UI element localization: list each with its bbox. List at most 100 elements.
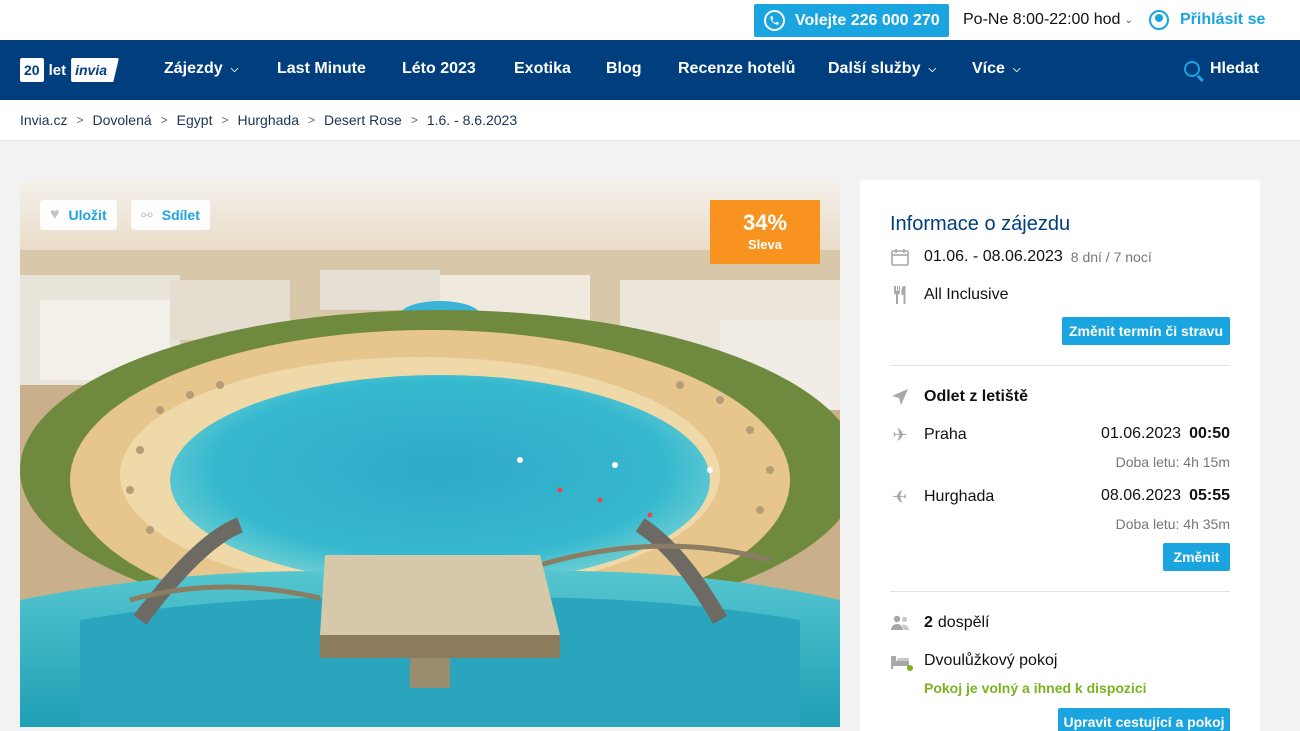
nav-item-label: Blog [606,60,642,77]
breadcrumb-item[interactable]: Invia.cz [20,112,67,128]
divider [890,365,1230,366]
chevron-right-icon: > [307,113,315,127]
edit-travellers-button[interactable]: Upravit cestující a pokoj [1058,708,1230,731]
outbound-flight: ✈ Praha [890,424,967,445]
opening-hours[interactable]: Po-Ne 8:00-22:00 hod ⌄ [963,11,1133,29]
nav-item-label: Recenze hotelů [678,60,796,77]
outbound-datetime: 01.06.2023 00:50 [1101,425,1230,443]
outbound-city: Praha [924,426,967,443]
travellers-label: dospělí [937,614,990,631]
save-button[interactable]: ♥ Uložit [40,200,117,230]
top-utility-bar: Volejte 226 000 270 Po-Ne 8:00-22:00 hod… [0,0,1300,40]
room-type-text: Dvoulůžkový pokoj [924,652,1058,669]
breadcrumb-item[interactable]: Desert Rose [324,112,402,128]
outbound-date: 01.06.2023 [1101,425,1182,442]
cutlery-icon [890,285,910,305]
chevron-down-icon: ⌵ [928,63,937,75]
plane-takeoff-icon: ✈ [892,424,908,445]
change-flight-button[interactable]: Změnit [1163,543,1230,571]
heart-icon: ♥ [50,206,60,223]
bed-icon [890,651,913,671]
breadcrumb-item[interactable]: Egypt [177,112,213,128]
invia-logo[interactable]: 20 let invia [20,57,119,83]
inbound-datetime: 08.06.2023 05:55 [1101,487,1230,505]
departure-heading-text: Odlet z letiště [924,388,1029,405]
send-arrow-icon [890,387,910,407]
breadcrumb: Invia.cz > Dovolená > Egypt > Hurghada >… [20,112,517,128]
divider [890,591,1230,592]
chevron-down-icon: ⌵ [1012,63,1021,75]
nav-item-last-minute[interactable]: Last Minute [277,60,366,78]
trip-info-title: Informace o zájezdu [890,213,1071,235]
hotel-photo[interactable]: ♥ Uložit ⚯ Sdílet 34% Sleva [20,180,840,727]
travellers: 2 dospělí [890,613,990,633]
chevron-right-icon: > [76,113,84,127]
chevron-right-icon: > [410,113,418,127]
trip-dates-text: 01.06. - 08.06.2023 [924,248,1063,265]
search-button[interactable]: Hledat [1184,60,1259,78]
discount-label: Sleva [748,237,782,252]
nav-item-label: Další služby [828,60,921,77]
breadcrumb-bar: Invia.cz > Dovolená > Egypt > Hurghada >… [0,100,1300,141]
logo-part-number: 20 [20,58,44,82]
nav-item-blog[interactable]: Blog [606,60,642,78]
trip-info-panel: Informace o zájezdu 01.06. - 08.06.2023 … [860,180,1260,731]
breadcrumb-item[interactable]: Hurghada [237,112,299,128]
opening-hours-text: Po-Ne 8:00-22:00 hod [963,11,1121,28]
board-type: All Inclusive [890,285,1008,305]
logo-part-brand: invia [71,58,119,82]
nav-item-vice[interactable]: Více ⌵ [972,60,1021,78]
discount-badge: 34% Sleva [710,200,820,264]
board-type-text: All Inclusive [924,286,1009,303]
login-link[interactable]: Přihlásit se [1149,10,1265,30]
room-type: Dvoulůžkový pokoj [890,651,1057,671]
chevron-down-icon: ⌄ [1124,14,1133,26]
share-label: Sdílet [161,207,200,223]
travellers-count: 2 [924,614,933,631]
inbound-date: 08.06.2023 [1101,487,1182,504]
trip-duration: 8 dní / 7 nocí [1070,249,1152,265]
departure-heading: Odlet z letiště [890,387,1028,407]
inbound-time: 05:55 [1189,487,1230,504]
inbound-flight-time: Doba letu: 4h 35m [1115,516,1230,532]
discount-percent: 34% [742,210,788,235]
chevron-right-icon: > [160,113,168,127]
nav-item-label: Více [972,60,1005,77]
nav-item-dalsi-sluzby[interactable]: Další služby ⌵ [828,60,936,78]
share-button[interactable]: ⚯ Sdílet [131,200,210,230]
user-icon [1149,10,1169,30]
outbound-flight-time: Doba letu: 4h 15m [1115,454,1230,470]
nav-item-label: Zájezdy [164,60,223,77]
call-button-label: Volejte 226 000 270 [795,11,940,29]
chevron-right-icon: > [221,113,229,127]
inbound-flight: ✈ Hurghada [890,487,994,507]
nav-item-leto-2023[interactable]: Léto 2023 [402,60,476,78]
main-navigation: 20 let invia Zájezdy ⌵ Last Minute Léto … [0,40,1300,100]
inbound-city: Hurghada [924,488,995,505]
search-icon [1184,61,1200,77]
phone-icon [764,10,785,31]
nav-item-exotika[interactable]: Exotika [514,60,571,78]
breadcrumb-item[interactable]: Dovolená [92,112,151,128]
chevron-down-icon: ⌵ [230,63,239,75]
nav-item-recenze-hotelu[interactable]: Recenze hotelů [678,60,795,78]
nav-item-label: Exotika [514,60,571,77]
calendar-icon [890,247,910,267]
trip-dates: 01.06. - 08.06.2023 8 dní / 7 nocí [890,247,1152,267]
nav-item-label: Last Minute [277,60,366,77]
logo-part-let: let [48,61,67,79]
people-icon [890,613,910,633]
search-label: Hledat [1210,60,1259,77]
breadcrumb-item[interactable]: 1.6. - 8.6.2023 [427,112,517,128]
change-term-button[interactable]: Změnit termín či stravu [1062,317,1230,345]
call-button[interactable]: Volejte 226 000 270 [754,4,949,37]
save-label: Uložit [68,207,107,223]
nav-item-label: Léto 2023 [402,60,476,77]
plane-landing-icon: ✈ [892,486,908,507]
availability-dot [907,665,913,671]
login-label: Přihlásit se [1180,11,1266,28]
nav-item-zajezdy[interactable]: Zájezdy ⌵ [164,60,238,78]
room-status: Pokoj je volný a ihned k dispozici [924,680,1147,696]
outbound-time: 00:50 [1189,425,1230,442]
share-icon: ⚯ [141,206,153,223]
